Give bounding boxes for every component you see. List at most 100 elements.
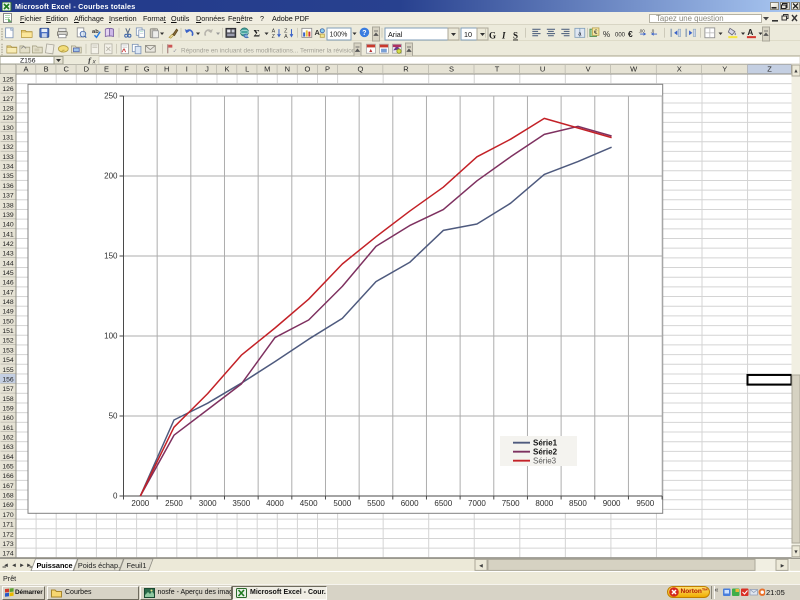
svg-text:€: € [628, 29, 633, 39]
svg-text:2000: 2000 [131, 499, 149, 508]
svg-text:4500: 4500 [300, 499, 318, 508]
svg-text:100: 100 [104, 332, 118, 341]
svg-text:162: 162 [2, 434, 14, 441]
svg-text:145: 145 [2, 270, 14, 277]
svg-text:158: 158 [2, 396, 14, 403]
svg-text:6500: 6500 [434, 499, 452, 508]
svg-text:169: 169 [2, 502, 14, 509]
svg-text:143: 143 [2, 251, 14, 258]
svg-text:?: ? [362, 30, 366, 37]
svg-text:135: 135 [2, 173, 14, 180]
svg-text:2500: 2500 [165, 499, 183, 508]
svg-text:161: 161 [2, 425, 14, 432]
svg-text:139: 139 [2, 212, 14, 219]
svg-text:154: 154 [2, 357, 14, 364]
svg-text:6000: 6000 [401, 499, 419, 508]
svg-text:140: 140 [2, 222, 14, 229]
svg-text:Série1: Série1 [533, 439, 558, 448]
svg-text:170: 170 [2, 512, 14, 519]
svg-text:172: 172 [2, 531, 14, 538]
svg-text:Série3: Série3 [533, 457, 557, 466]
svg-text:125: 125 [2, 76, 14, 83]
svg-text:141: 141 [2, 231, 14, 238]
svg-text:►: ► [19, 563, 25, 569]
svg-text:163: 163 [2, 444, 14, 451]
svg-text:Feuil1: Feuil1 [127, 561, 147, 570]
svg-text:%: % [603, 30, 610, 39]
svg-text:134: 134 [2, 164, 14, 171]
svg-text:S: S [449, 64, 454, 73]
svg-text:137: 137 [2, 193, 14, 200]
svg-text:5500: 5500 [367, 499, 385, 508]
svg-text:D: D [84, 64, 90, 73]
svg-text:130: 130 [2, 125, 14, 132]
svg-text:G: G [144, 64, 150, 73]
svg-text:Y: Y [722, 64, 727, 73]
svg-text:165: 165 [2, 464, 14, 471]
svg-text:X: X [677, 64, 682, 73]
svg-text:7500: 7500 [502, 499, 520, 508]
svg-text:9500: 9500 [636, 499, 654, 508]
svg-text:I: I [501, 31, 506, 41]
svg-text:Q: Q [357, 64, 363, 73]
svg-text:A: A [315, 28, 321, 37]
svg-text:Σ: Σ [254, 29, 260, 40]
svg-text:144: 144 [2, 260, 14, 267]
svg-text:K: K [225, 64, 230, 73]
svg-text:5000: 5000 [333, 499, 351, 508]
svg-text:3000: 3000 [199, 499, 217, 508]
svg-text:133: 133 [2, 154, 14, 161]
svg-text:168: 168 [2, 493, 14, 500]
svg-text:▲: ▲ [368, 48, 373, 54]
svg-text:€: € [594, 29, 598, 36]
svg-text:173: 173 [2, 541, 14, 548]
svg-text:▲: ▲ [793, 69, 798, 75]
svg-text:155: 155 [2, 367, 14, 374]
svg-text:8000: 8000 [535, 499, 553, 508]
svg-text:J: J [205, 64, 209, 73]
svg-text:127: 127 [2, 96, 14, 103]
svg-text:O: O [305, 64, 311, 73]
svg-text:Arial: Arial [388, 30, 403, 39]
svg-text:126: 126 [2, 86, 14, 93]
svg-text:✓: ✓ [173, 49, 178, 55]
svg-text:156: 156 [2, 376, 14, 383]
svg-text:142: 142 [2, 241, 14, 248]
svg-text:166: 166 [2, 473, 14, 480]
svg-text:146: 146 [2, 280, 14, 287]
svg-text:9000: 9000 [603, 499, 621, 508]
svg-text:149: 149 [2, 309, 14, 316]
svg-text:160: 160 [2, 415, 14, 422]
svg-text:A: A [747, 28, 753, 37]
svg-text:B: B [44, 64, 49, 73]
svg-text:U: U [540, 64, 545, 73]
svg-text:159: 159 [2, 405, 14, 412]
svg-text:50: 50 [109, 412, 118, 421]
svg-text:136: 136 [2, 183, 14, 190]
svg-text:151: 151 [2, 328, 14, 335]
svg-text:131: 131 [2, 135, 14, 142]
svg-text:167: 167 [2, 483, 14, 490]
svg-text:R: R [403, 64, 409, 73]
svg-text:157: 157 [2, 386, 14, 393]
svg-text:Série2: Série2 [533, 448, 558, 457]
svg-text:►: ► [26, 563, 32, 569]
svg-text:E: E [104, 64, 109, 73]
svg-text:147: 147 [2, 289, 14, 296]
svg-text:T: T [495, 64, 500, 73]
svg-text:◄: ◄ [3, 563, 9, 569]
svg-text:◄: ◄ [478, 563, 484, 569]
svg-text:A: A [24, 64, 29, 73]
svg-text:132: 132 [2, 144, 14, 151]
svg-text:8500: 8500 [569, 499, 587, 508]
svg-text:150: 150 [2, 318, 14, 325]
svg-text:0: 0 [113, 492, 118, 501]
svg-text:250: 250 [104, 92, 118, 101]
svg-text:152: 152 [2, 338, 14, 345]
svg-text:W: W [630, 64, 638, 73]
svg-text:Puissance: Puissance [36, 561, 72, 570]
svg-text:Répondre en incluant des modif: Répondre en incluant des modifications..… [181, 48, 298, 55]
svg-text:,0: ,0 [651, 28, 655, 33]
svg-text:N: N [285, 64, 290, 73]
svg-text:C: C [64, 64, 70, 73]
